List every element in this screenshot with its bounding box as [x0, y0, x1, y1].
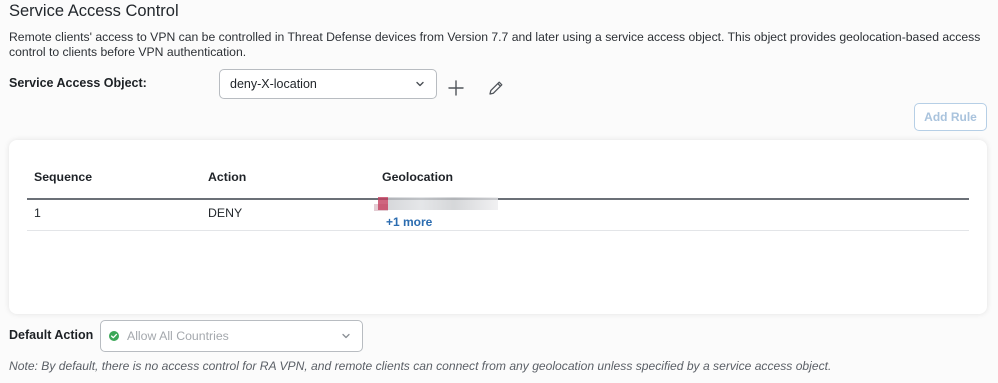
- column-header-geolocation[interactable]: Geolocation: [382, 170, 453, 184]
- country-flag-icon: [378, 197, 388, 210]
- column-header-action[interactable]: Action: [208, 170, 246, 184]
- rules-table-card: [9, 140, 987, 314]
- geolocation-more-link[interactable]: +1 more: [386, 215, 432, 229]
- table-row-divider: [27, 230, 969, 231]
- add-rule-button[interactable]: Add Rule: [914, 103, 987, 131]
- service-access-object-label: Service Access Object:: [9, 76, 147, 90]
- default-action-note: Note: By default, there is no access con…: [9, 359, 832, 373]
- default-action-select[interactable]: Allow All Countries: [100, 320, 363, 352]
- table-cell-sequence: 1: [34, 206, 41, 220]
- section-title: Service Access Control: [9, 2, 179, 20]
- column-header-sequence[interactable]: Sequence: [34, 170, 92, 184]
- redacted-geolocation-name: [388, 197, 498, 210]
- service-access-object-value: deny-X-location: [230, 77, 317, 91]
- pencil-icon[interactable]: [486, 78, 506, 98]
- default-action-value: Allow All Countries: [127, 329, 229, 343]
- service-access-object-select[interactable]: deny-X-location: [219, 69, 437, 99]
- table-header-divider: [27, 198, 969, 200]
- chevron-down-icon: [416, 81, 424, 87]
- default-action-label: Default Action: [9, 328, 94, 342]
- plus-icon[interactable]: [445, 77, 467, 99]
- check-circle-icon: [109, 331, 119, 341]
- chevron-down-icon: [342, 333, 350, 339]
- table-cell-action: DENY: [208, 206, 243, 220]
- section-description: Remote clients' access to VPN can be con…: [9, 30, 981, 59]
